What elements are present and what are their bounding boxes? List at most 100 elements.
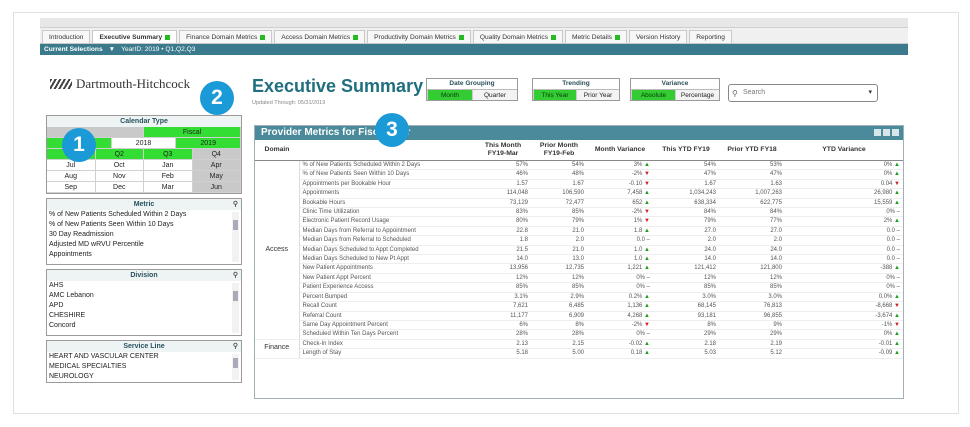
tab-finance-domain-metrics[interactable]: Finance Domain Metrics (179, 30, 273, 43)
trending-this-year[interactable]: This Year (533, 89, 576, 100)
variance-percentage[interactable]: Percentage (675, 89, 719, 100)
tab-access-domain-metrics[interactable]: Access Domain Metrics (274, 30, 366, 43)
list-item[interactable]: AHS (49, 281, 229, 291)
month-cell[interactable]: Dec (95, 182, 144, 193)
prior-month-value: 5.00 (531, 348, 587, 359)
search-box[interactable]: ⚲ Search ▾ (728, 84, 878, 102)
prior-ytd-value: 24.0 (719, 245, 785, 256)
search-icon[interactable]: ⚲ (233, 270, 238, 281)
list-item[interactable]: % of New Patients Seen Within 10 Days (49, 220, 229, 230)
quarter-q3[interactable]: Q3 (144, 149, 193, 160)
export-icon[interactable] (874, 129, 881, 136)
month-cell[interactable]: Nov (95, 171, 144, 182)
prior-month-value: 2.9% (531, 292, 587, 303)
month-cell[interactable]: May (192, 171, 241, 182)
table-row[interactable]: Access% of New Patients Scheduled Within… (255, 160, 903, 340)
metric-name: New Patient Appt Percent (299, 273, 475, 284)
this-ytd-value: 12% (653, 273, 719, 284)
list-item[interactable]: Appointments (49, 250, 229, 260)
callout-badge-3: 3 (375, 113, 409, 147)
metric-name: Median Days Scheduled to Appt Completed (299, 245, 475, 256)
ytd-variance-value: 0.04 ▼ (785, 179, 903, 190)
calendar-type-option[interactable] (47, 127, 144, 138)
table-row[interactable]: % of New Patients Seen Within 10 Days 46%… (255, 169, 903, 180)
year-2019[interactable]: 2019 (176, 138, 242, 149)
list-item[interactable]: 30 Day Readmission (49, 230, 229, 240)
prior-month-value: 106,590 (531, 188, 587, 199)
menu-icon[interactable] (883, 129, 890, 136)
table-row[interactable]: Median Days Scheduled to New Pt Appt 14.0… (255, 254, 903, 265)
tab-introduction[interactable]: Introduction (42, 30, 91, 43)
month-cell[interactable]: Aug (47, 171, 96, 182)
tab-version-history[interactable]: Version History (628, 30, 688, 43)
trending-prior-year[interactable]: Prior Year (576, 89, 619, 100)
table-row[interactable]: Median Days from Referral to Appointment… (255, 226, 903, 237)
month-cell[interactable]: Jan (144, 160, 193, 171)
trend-up-icon: ▲ (644, 199, 650, 206)
quarter-q2[interactable]: Q2 (95, 149, 144, 160)
date-grouping-month[interactable]: Month (427, 89, 472, 100)
month-cell[interactable]: Jul (47, 160, 96, 171)
table-row[interactable]: Electronic Patient Record Usage 80% 79% 1% … (255, 216, 903, 227)
table-row[interactable]: Referral Count 11,177 6,909 4,268 ▲ 93,181 96… (255, 311, 903, 321)
list-item[interactable]: HEART AND VASCULAR CENTER (49, 352, 229, 362)
table-row[interactable]: New Patient Appt Percent 12% 12% 0% –12% 12%… (255, 273, 903, 284)
tab-reporting[interactable]: Reporting (689, 30, 732, 43)
scrollbar[interactable] (232, 212, 239, 262)
tab-metric-details[interactable]: Metric Details (565, 30, 627, 43)
month-variance-value: 1,136 ▲ (587, 301, 653, 312)
maximize-icon[interactable] (892, 129, 899, 136)
chevron-down-icon[interactable]: ▾ (868, 85, 872, 101)
ytd-variance-value: 0% ▲ (785, 169, 903, 180)
list-item[interactable]: AMC Lebanon (49, 291, 229, 301)
table-row[interactable]: Clinic Time Utilization 83% 85% -2% ▼ 84% 84%… (255, 207, 903, 218)
logo-mark-icon (50, 79, 72, 89)
table-row[interactable]: Percent Bumped 3.1% 2.9% 0.2% ▲ 3.0% 3.0% 0.0%… (255, 292, 903, 303)
table-row[interactable]: Appointments 114,048 106,590 7,458 ▲ 1,034,2… (255, 188, 903, 199)
scrollbar[interactable] (232, 283, 239, 333)
list-item[interactable]: % of New Patients Scheduled Within 2 Day… (49, 210, 229, 220)
table-row[interactable]: Appointments per Bookable Hour 1.57 1.67 -0… (255, 179, 903, 190)
variance-absolute[interactable]: Absolute (631, 89, 675, 100)
table-row[interactable]: Bookable Hours 73,129 72,477 652 ▲ 638,334 62… (255, 198, 903, 209)
tab-quality-domain-metrics[interactable]: Quality Domain Metrics (472, 30, 564, 43)
trend-up-icon: ▲ (894, 190, 900, 197)
table-row[interactable]: New Patient Appointments 13,956 12,735 1,22… (255, 263, 903, 274)
month-cell[interactable]: Apr (192, 160, 241, 171)
list-item[interactable]: CHESHIRE (49, 311, 229, 321)
table-row[interactable]: Length of Stay 5.18 5.00 0.18 ▲ 5.03 5.12 -0.0… (255, 348, 903, 359)
month-cell[interactable]: Jun (192, 182, 241, 193)
list-item[interactable]: NEUROLOGY (49, 372, 229, 382)
trend-flat-icon: – (896, 209, 900, 216)
table-row[interactable]: Patient Experience Access 85% 85% 0% –85% 85… (255, 282, 903, 293)
metric-name: Median Days from Referral to Scheduled (299, 235, 475, 246)
month-cell[interactable]: Oct (95, 160, 144, 171)
table-row[interactable]: Median Days from Referral to Scheduled 1.… (255, 235, 903, 246)
table-row[interactable]: Recall Count 7,621 6,485 1,136 ▲ 68,145 76,81… (255, 301, 903, 312)
prior-month-value: 6,909 (531, 311, 587, 321)
month-cell[interactable]: Sep (47, 182, 96, 193)
table-row[interactable]: Same Day Appointment Percent 6% 8% -2% ▼ 8% 9… (255, 320, 903, 331)
tab-executive-summary[interactable]: Executive Summary (92, 30, 178, 43)
month-variance-value: -0.02 ▲ (587, 339, 653, 350)
list-item[interactable]: APD (49, 301, 229, 311)
list-item[interactable]: Concord (49, 321, 229, 331)
table-row[interactable]: Finance Check-In Index 2.13 2.15 -0.02 ▲ 2.18… (255, 339, 903, 359)
list-item[interactable]: MEDICAL SPECIALTIES (49, 362, 229, 372)
table-row[interactable]: Median Days Scheduled to Appt Completed 2… (255, 245, 903, 256)
search-icon[interactable]: ⚲ (233, 341, 238, 352)
scrollbar[interactable] (232, 354, 239, 380)
month-cell[interactable]: Feb (144, 171, 193, 182)
date-grouping-quarter[interactable]: Quarter (472, 89, 517, 100)
ytd-variance-value: -3,674 ▲ (785, 311, 903, 321)
list-item[interactable]: Adjusted MD wRVU Percentile (49, 240, 229, 250)
tab-productivity-domain-metrics[interactable]: Productivity Domain Metrics (367, 30, 471, 43)
year-2018[interactable]: 2018 (111, 138, 177, 149)
quarter-q4[interactable]: Q4 (192, 149, 241, 160)
current-selections-bar[interactable]: Current Selections ▼ YearID: 2019 • Q1,Q… (40, 44, 908, 55)
trend-up-icon: ▲ (894, 199, 900, 206)
month-cell[interactable]: Mar (144, 182, 193, 193)
search-icon[interactable]: ⚲ (233, 199, 238, 210)
calendar-type-fiscal[interactable]: Fiscal (144, 127, 241, 138)
table-row[interactable]: Scheduled Within Ten Days Percent 28% 28% 0… (255, 329, 903, 340)
